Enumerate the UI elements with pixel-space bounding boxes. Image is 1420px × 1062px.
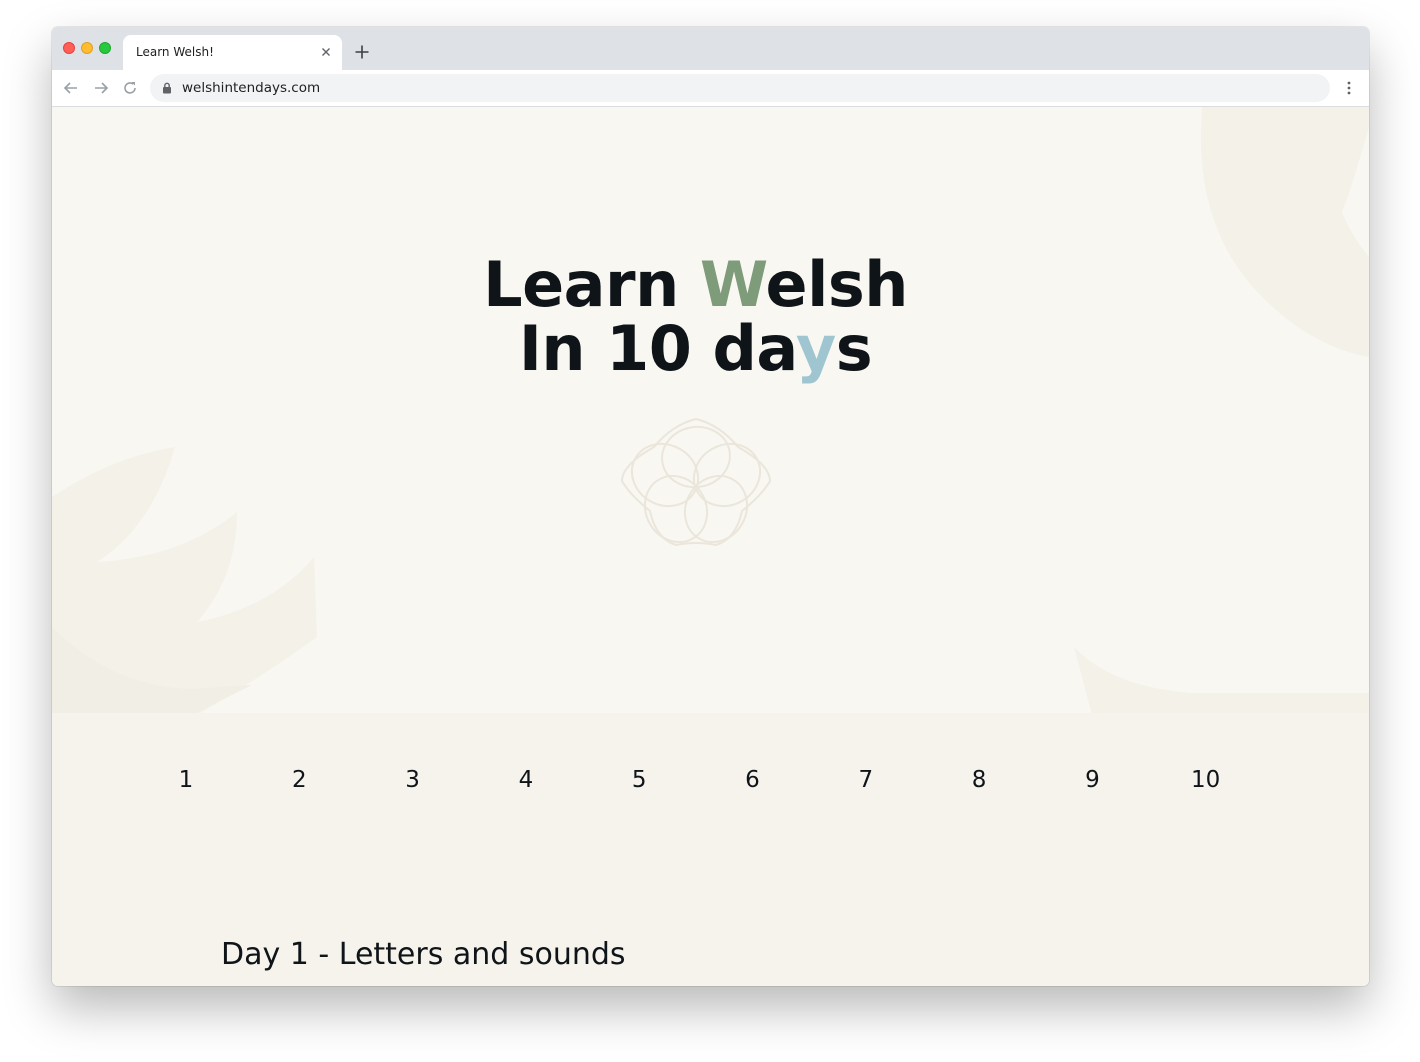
day-link-2[interactable]: 2 bbox=[269, 767, 329, 793]
close-icon[interactable] bbox=[318, 44, 334, 60]
reload-icon[interactable] bbox=[121, 79, 139, 97]
window-zoom-button[interactable] bbox=[99, 42, 111, 54]
arrow-right-icon[interactable] bbox=[92, 79, 110, 97]
tab-title: Learn Welsh! bbox=[136, 45, 214, 59]
page-content: Learn Welsh In 10 days 1 2 3 4 5 6 7 8 9 10 Day 1… bbox=[52, 107, 1369, 986]
tab-strip: Learn Welsh! bbox=[52, 27, 1369, 70]
flower-knot-icon bbox=[620, 417, 772, 547]
title-line-1: Learn Welsh bbox=[483, 247, 908, 321]
url-text: welshintendays.com bbox=[182, 80, 321, 96]
window-close-button[interactable] bbox=[63, 42, 75, 54]
day-link-9[interactable]: 9 bbox=[1062, 767, 1122, 793]
day-link-8[interactable]: 8 bbox=[949, 767, 1009, 793]
more-vert-icon[interactable] bbox=[1341, 80, 1357, 96]
day-navigation: 1 2 3 4 5 6 7 8 9 10 bbox=[128, 767, 1238, 803]
window-minimize-button[interactable] bbox=[81, 42, 93, 54]
dragon-background-pattern bbox=[52, 107, 1369, 715]
plus-icon[interactable] bbox=[353, 43, 371, 61]
day-link-7[interactable]: 7 bbox=[836, 767, 896, 793]
page-title: Learn Welsh In 10 days bbox=[52, 252, 1339, 381]
day-link-3[interactable]: 3 bbox=[383, 767, 443, 793]
title-accent-w: W bbox=[699, 247, 766, 321]
browser-window: Learn Welsh! welshintendays.com Learn We… bbox=[52, 27, 1369, 986]
title-accent-y: y bbox=[795, 311, 836, 385]
day-link-1[interactable]: 1 bbox=[156, 767, 216, 793]
day-link-5[interactable]: 5 bbox=[609, 767, 669, 793]
browser-tab[interactable]: Learn Welsh! bbox=[123, 35, 342, 70]
arrow-left-icon[interactable] bbox=[62, 79, 80, 97]
browser-toolbar: welshintendays.com bbox=[52, 70, 1369, 107]
lock-icon bbox=[163, 82, 171, 94]
day-link-6[interactable]: 6 bbox=[723, 767, 783, 793]
address-bar[interactable]: welshintendays.com bbox=[150, 74, 1330, 102]
day-link-4[interactable]: 4 bbox=[496, 767, 556, 793]
title-line-2: In 10 days bbox=[518, 311, 873, 385]
day-link-10[interactable]: 10 bbox=[1176, 767, 1236, 793]
section-heading: Day 1 - Letters and sounds bbox=[221, 937, 626, 972]
